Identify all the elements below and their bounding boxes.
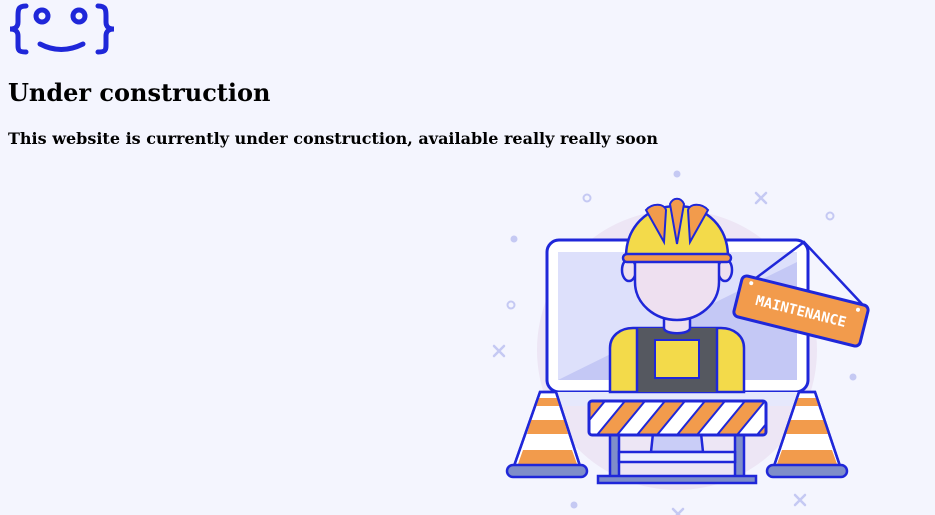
page-title: Under construction xyxy=(8,78,271,107)
logo-icon xyxy=(9,3,115,55)
page-subtitle: This website is currently under construc… xyxy=(8,129,658,148)
construction-worker-illustration: MAINTENANCE xyxy=(492,170,870,515)
